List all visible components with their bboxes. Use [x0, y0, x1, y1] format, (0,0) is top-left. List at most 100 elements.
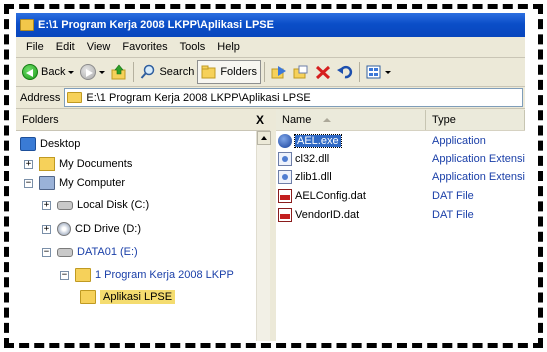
collapse-icon[interactable]: − [24, 178, 33, 188]
dashed-frame-right [538, 4, 543, 348]
menu-tools[interactable]: Tools [174, 41, 212, 53]
menu-bar: File Edit View Favorites Tools Help [16, 37, 525, 58]
folders-pane: Folders X Desktop + My Documents − My Co… [16, 110, 273, 341]
up-folder-button[interactable] [108, 60, 130, 84]
address-bar: Address E:\1 Program Kerja 2008 LKPP\Apl… [16, 87, 525, 109]
file-row[interactable]: cl32.dll Application Extension [276, 151, 525, 167]
collapse-icon[interactable]: − [60, 270, 69, 280]
column-header-type[interactable]: Type [426, 110, 525, 130]
files-pane: Name Type AEL.exe Application cl32.dll A… [276, 110, 525, 341]
dashed-frame-left [4, 4, 9, 348]
folders-pane-header: Folders X [16, 110, 270, 131]
delete-button[interactable] [312, 60, 334, 84]
hard-disk-icon [57, 247, 73, 257]
search-button[interactable]: Search [137, 60, 197, 84]
copy-to-button[interactable] [290, 60, 312, 84]
tree-item-my-documents[interactable]: + My Documents [24, 155, 132, 173]
tree-item-label: Aplikasi LPSE [100, 290, 176, 304]
file-row[interactable]: AEL.exe Application [276, 133, 525, 149]
toolbar-separator [133, 62, 135, 82]
undo-icon [337, 65, 353, 79]
address-label: Address [20, 91, 61, 104]
cd-drive-icon [57, 222, 71, 236]
collapse-icon[interactable]: − [42, 247, 51, 257]
file-type: DAT File [432, 190, 474, 202]
address-input[interactable]: E:\1 Program Kerja 2008 LKPP\Aplikasi LP… [64, 88, 523, 107]
file-type: DAT File [432, 209, 474, 221]
folders-button[interactable]: Folders [197, 60, 262, 84]
menu-view[interactable]: View [81, 41, 117, 53]
file-row[interactable]: zlib1.dll Application Extension [276, 169, 525, 185]
column-header-name[interactable]: Name [276, 110, 426, 130]
file-name: AEL.exe [294, 134, 342, 148]
tree-item-aplikasi-lpse[interactable]: Aplikasi LPSE [80, 288, 176, 306]
views-button[interactable] [363, 60, 394, 84]
folders-scrollbar[interactable] [256, 131, 271, 341]
dll-file-icon [278, 152, 292, 166]
search-label: Search [159, 66, 195, 78]
expand-icon[interactable]: + [42, 200, 51, 210]
chevron-down-icon [99, 70, 106, 74]
file-row[interactable]: AELConfig.dat DAT File [276, 188, 525, 204]
forward-arrow-icon [80, 64, 97, 80]
folder-app-icon [20, 19, 34, 31]
forward-button[interactable] [77, 60, 108, 84]
tree-item-desktop[interactable]: Desktop [20, 135, 80, 153]
folder-open-icon [80, 290, 96, 304]
toolbar: Back Search Folders [16, 58, 525, 87]
expand-icon[interactable]: + [42, 224, 51, 234]
desktop-icon [20, 137, 36, 151]
title-bar[interactable]: E:\1 Program Kerja 2008 LKPP\Aplikasi LP… [16, 13, 525, 37]
tree-item-label: Local Disk (C:) [77, 199, 150, 211]
undo-button[interactable] [334, 60, 356, 84]
menu-favorites[interactable]: Favorites [116, 41, 173, 53]
file-type: Application Extension [432, 171, 525, 183]
back-label: Back [41, 66, 66, 78]
tree-item-local-disk-c[interactable]: + Local Disk (C:) [42, 196, 149, 214]
back-arrow-icon [22, 64, 38, 80]
close-pane-button[interactable]: X [256, 113, 264, 127]
file-name: cl32.dll [295, 153, 330, 165]
address-value: E:\1 Program Kerja 2008 LKPP\Aplikasi LP… [86, 91, 311, 104]
tree-item-label: Desktop [40, 138, 81, 150]
dashed-frame-top [4, 4, 543, 9]
file-type: Application Extension [432, 153, 525, 165]
file-row[interactable]: VendorID.dat DAT File [276, 207, 525, 223]
column-type-label: Type [432, 114, 456, 126]
menu-file[interactable]: File [20, 41, 50, 53]
content-area: Folders X Desktop + My Documents − My Co… [16, 110, 525, 341]
file-name: VendorID.dat [295, 209, 360, 221]
back-button[interactable]: Back [19, 60, 77, 84]
dashed-frame-bottom [4, 343, 543, 348]
explorer-window: E:\1 Program Kerja 2008 LKPP\Aplikasi LP… [16, 13, 525, 341]
tree-item-cd-drive-d[interactable]: + CD Drive (D:) [42, 220, 141, 238]
expand-icon[interactable]: + [24, 159, 33, 169]
copy-to-icon [293, 65, 308, 79]
scroll-up-button[interactable] [257, 131, 271, 145]
dat-file-icon [278, 208, 292, 222]
tree-item-my-computer[interactable]: − My Computer [24, 174, 125, 192]
sort-ascending-icon [323, 118, 332, 122]
dll-file-icon [278, 170, 292, 184]
menu-help[interactable]: Help [211, 41, 246, 53]
tree-item-label: CD Drive (D:) [75, 223, 141, 235]
toolbar-separator [264, 62, 266, 82]
toolbar-separator [359, 62, 361, 82]
tree-item-program-kerja[interactable]: − 1 Program Kerja 2008 LKPP [60, 266, 234, 284]
move-to-icon [271, 66, 287, 79]
up-folder-icon [111, 64, 126, 80]
menu-edit[interactable]: Edit [50, 41, 81, 53]
folder-icon [67, 92, 83, 103]
views-icon [366, 65, 381, 79]
chevron-down-icon [385, 70, 392, 74]
file-type: Application [432, 135, 486, 147]
tree-item-label: My Documents [59, 158, 133, 170]
move-to-button[interactable] [268, 60, 290, 84]
my-documents-icon [39, 157, 55, 171]
folder-icon [75, 268, 91, 282]
folders-icon [201, 65, 216, 79]
window-title: E:\1 Program Kerja 2008 LKPP\Aplikasi LP… [38, 19, 274, 31]
folder-tree: Desktop + My Documents − My Computer + L… [16, 131, 256, 341]
dat-file-icon [278, 189, 292, 203]
tree-item-data01-e[interactable]: − DATA01 (E:) [42, 243, 138, 261]
